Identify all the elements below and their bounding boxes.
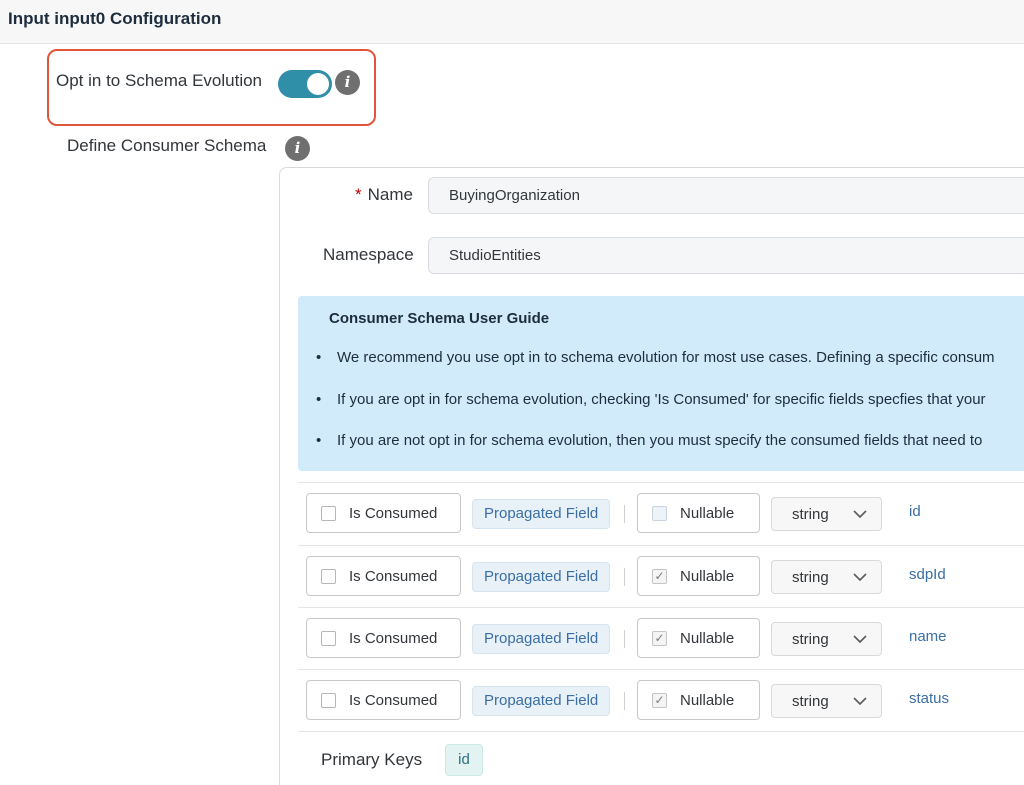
is-consumed-checkbox[interactable]: Is Consumed: [306, 618, 461, 658]
separator: [624, 630, 625, 648]
is-consumed-checkbox[interactable]: Is Consumed: [306, 493, 461, 533]
info-icon[interactable]: i: [285, 136, 310, 161]
divider: [298, 731, 1024, 732]
checkbox[interactable]: [321, 506, 336, 521]
type-select[interactable]: string: [771, 497, 882, 531]
checkbox[interactable]: [652, 506, 667, 521]
nullable-checkbox[interactable]: ✓ Nullable: [637, 556, 760, 596]
checkbox[interactable]: [321, 693, 336, 708]
primary-keys-label: Primary Keys: [321, 750, 423, 769]
define-consumer-schema-label: Define Consumer Schema: [67, 136, 267, 155]
user-guide-title: Consumer Schema User Guide: [329, 310, 550, 327]
user-guide-item: • We recommend you use opt in to schema e…: [316, 349, 995, 366]
required-marker: *: [355, 185, 362, 204]
is-consumed-checkbox[interactable]: Is Consumed: [306, 556, 461, 596]
type-select[interactable]: string: [771, 622, 882, 656]
user-guide-item: • If you are opt in for schema evolution,…: [316, 391, 986, 408]
field-name: status: [909, 690, 950, 707]
is-consumed-checkbox[interactable]: Is Consumed: [306, 680, 461, 720]
checkbox[interactable]: [321, 631, 336, 646]
user-guide-item: • If you are not opt in for schema evolut…: [316, 432, 983, 449]
chevron-down-icon: [853, 510, 867, 519]
field-name: id: [909, 503, 921, 520]
checkbox-checked[interactable]: ✓: [652, 569, 667, 584]
page-title: Input input0 Configuration: [8, 9, 222, 28]
primary-key-tag[interactable]: id: [445, 744, 483, 776]
info-icon[interactable]: i: [335, 70, 360, 95]
type-select[interactable]: string: [771, 560, 882, 594]
schema-evolution-label: Opt in to Schema Evolution: [56, 71, 263, 90]
propagated-field-tag: Propagated Field: [472, 562, 611, 592]
nullable-checkbox[interactable]: ✓ Nullable: [637, 618, 760, 658]
namespace-field[interactable]: StudioEntities: [428, 237, 1024, 274]
nullable-checkbox[interactable]: Nullable: [637, 493, 760, 533]
checkbox-checked[interactable]: ✓: [652, 693, 667, 708]
chevron-down-icon: [853, 573, 867, 582]
chevron-down-icon: [853, 635, 867, 644]
name-label: * Name: [355, 185, 413, 204]
field-row: Is Consumed Propagated Field ✓ Nullable …: [298, 607, 1024, 669]
propagated-field-tag: Propagated Field: [472, 686, 611, 716]
separator: [624, 568, 625, 586]
field-row: Is Consumed Propagated Field Nullable st…: [298, 482, 1024, 544]
checkbox-checked[interactable]: ✓: [652, 631, 667, 646]
field-row: Is Consumed Propagated Field ✓ Nullable …: [298, 669, 1024, 731]
type-select[interactable]: string: [771, 684, 882, 718]
propagated-field-tag: Propagated Field: [472, 499, 611, 529]
field-name: name: [909, 628, 947, 645]
checkbox[interactable]: [321, 569, 336, 584]
header-bar: Input input0 Configuration: [0, 0, 1024, 44]
separator: [624, 505, 625, 523]
toggle-knob: [307, 73, 329, 95]
nullable-checkbox[interactable]: ✓ Nullable: [637, 680, 760, 720]
namespace-label: Namespace: [323, 245, 414, 264]
name-field[interactable]: BuyingOrganization: [428, 177, 1024, 214]
separator: [624, 692, 625, 710]
field-name: sdpId: [909, 566, 946, 583]
propagated-field-tag: Propagated Field: [472, 624, 611, 654]
schema-evolution-toggle[interactable]: [278, 70, 332, 98]
field-row: Is Consumed Propagated Field ✓ Nullable …: [298, 545, 1024, 607]
chevron-down-icon: [853, 697, 867, 706]
